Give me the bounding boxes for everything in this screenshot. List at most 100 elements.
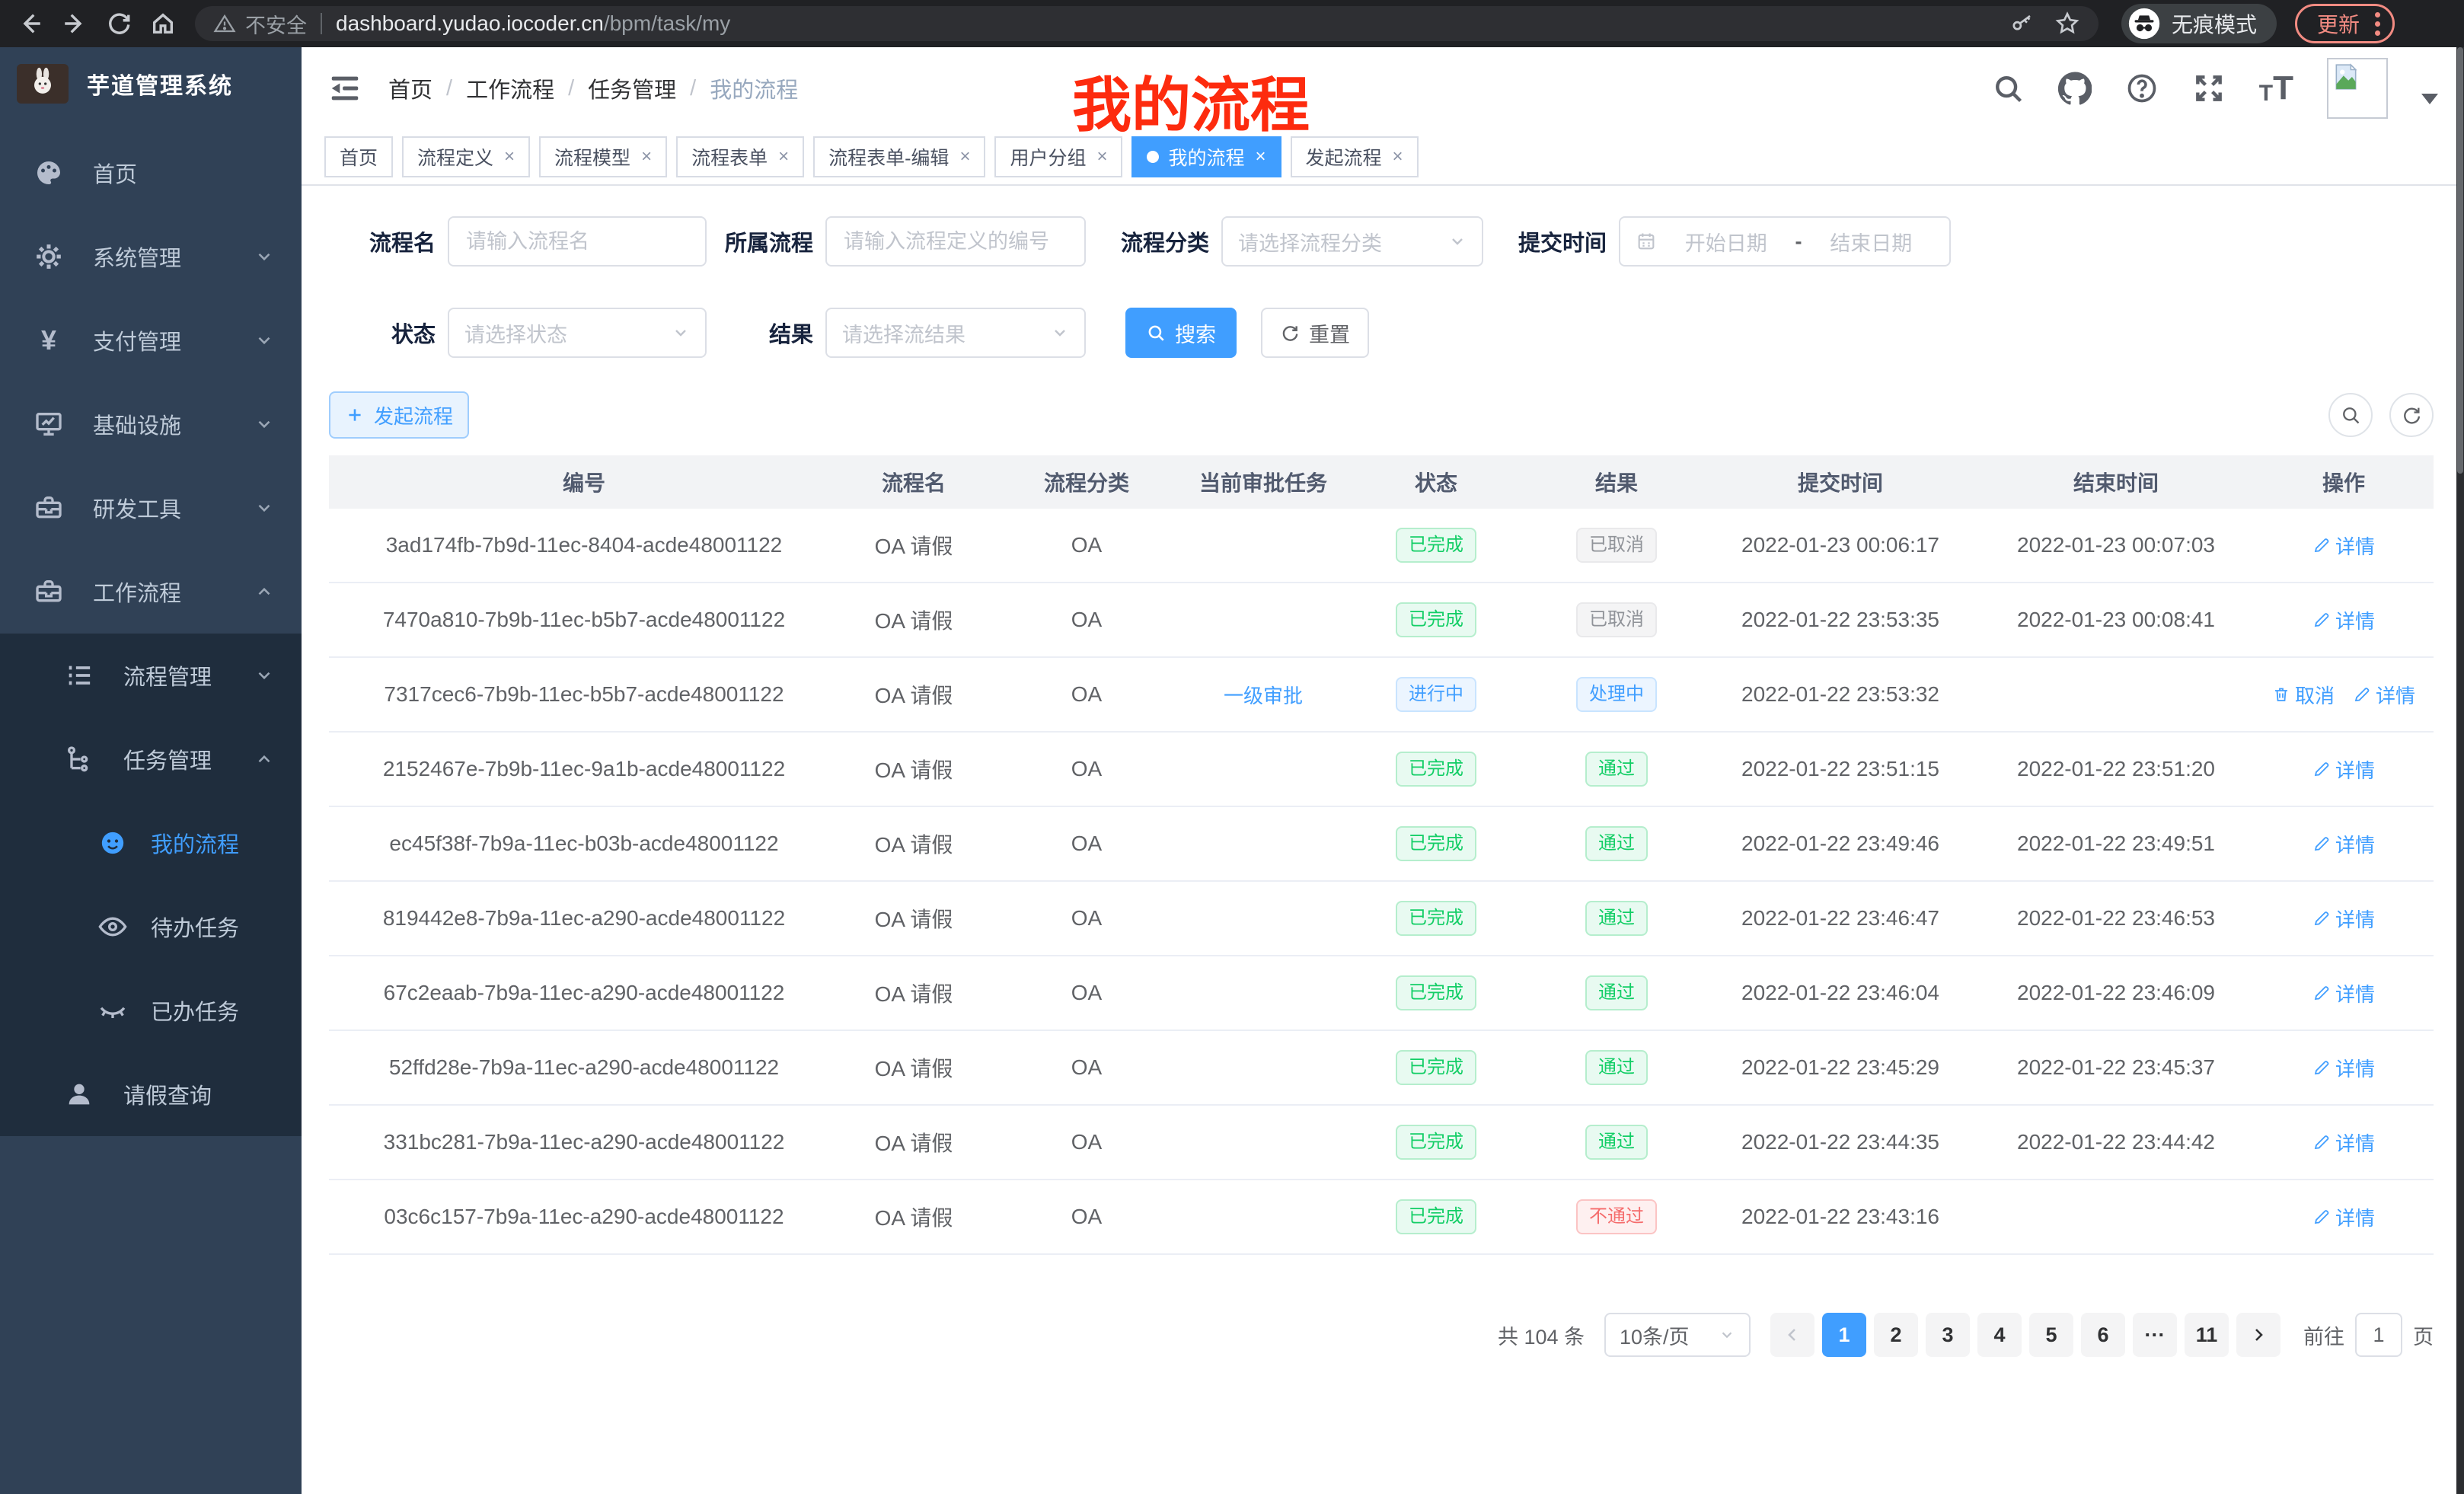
chevron-down-icon xyxy=(1719,1326,1735,1343)
detail-link[interactable]: 详情 xyxy=(2312,532,2375,560)
avatar-caret-icon[interactable] xyxy=(2421,94,2438,104)
sidebar-item-process-mgmt[interactable]: 流程管理 xyxy=(0,634,302,717)
sidebar-toggle-icon[interactable] xyxy=(327,71,362,106)
sidebar-item-label: 流程管理 xyxy=(123,659,212,691)
goto-page-input[interactable] xyxy=(2355,1313,2402,1357)
process-name-input[interactable] xyxy=(448,216,707,267)
cell-end-time: 2022-01-22 23:46:53 xyxy=(1978,906,2254,931)
sidebar-item-my-process[interactable]: 我的流程 xyxy=(0,801,302,885)
page-scrollbar[interactable] xyxy=(2456,47,2464,1494)
menu-dots-icon[interactable] xyxy=(2375,12,2380,36)
result-badge: 处理中 xyxy=(1576,677,1657,712)
cell-category: OA xyxy=(988,608,1185,632)
page-ellipsis[interactable]: ··· xyxy=(2133,1313,2177,1357)
close-icon[interactable]: × xyxy=(641,146,652,168)
pencil-icon xyxy=(2312,984,2331,1002)
detail-link[interactable]: 详情 xyxy=(2312,755,2375,784)
result-badge: 通过 xyxy=(1585,975,1648,1010)
status-badge: 已完成 xyxy=(1396,528,1476,563)
date-range-picker[interactable]: 开始日期 - 结束日期 xyxy=(1619,216,1951,267)
sidebar-item-leave-query[interactable]: 请假查询 xyxy=(0,1052,302,1136)
page-button-5[interactable]: 5 xyxy=(2029,1313,2073,1357)
result-select[interactable]: 请选择流结果 xyxy=(825,308,1086,358)
table-search-toggle-button[interactable] xyxy=(2328,393,2373,437)
sidebar-item-done-tasks[interactable]: 已办任务 xyxy=(0,969,302,1052)
bookmark-star-icon[interactable] xyxy=(2054,11,2080,37)
detail-link[interactable]: 详情 xyxy=(2312,606,2375,634)
back-icon[interactable] xyxy=(11,4,50,43)
fullscreen-icon[interactable] xyxy=(2192,72,2226,105)
page-button-1[interactable]: 1 xyxy=(1822,1313,1866,1357)
search-icon[interactable] xyxy=(1991,72,2025,105)
date-end[interactable]: 结束日期 xyxy=(1808,227,1935,257)
tab-home[interactable]: 首页 xyxy=(324,136,393,177)
scrollbar-thumb[interactable] xyxy=(2457,47,2463,474)
refresh-icon[interactable] xyxy=(99,4,139,43)
date-start[interactable]: 开始日期 xyxy=(1663,227,1789,257)
sidebar-item-devtools[interactable]: 研发工具 xyxy=(0,466,302,550)
cancel-link[interactable]: 取消 xyxy=(2272,681,2335,709)
cell-name: OA 请假 xyxy=(839,1127,988,1157)
font-size-icon[interactable]: TT xyxy=(2259,72,2293,105)
key-icon[interactable] xyxy=(2010,11,2035,36)
breadcrumb-home[interactable]: 首页 xyxy=(388,72,432,104)
sidebar-item-label: 系统管理 xyxy=(93,241,181,273)
prev-page-button[interactable] xyxy=(1770,1313,1814,1357)
filter-definition-label: 所属流程 xyxy=(722,225,813,257)
sidebar-item-home[interactable]: 首页 xyxy=(0,131,302,215)
detail-link[interactable]: 详情 xyxy=(2312,1054,2375,1082)
tab-process-form[interactable]: 流程表单× xyxy=(676,136,804,177)
close-icon[interactable]: × xyxy=(504,146,515,168)
sidebar-item-infra[interactable]: 基础设施 xyxy=(0,382,302,466)
process-definition-input[interactable] xyxy=(825,216,1086,267)
page-button-11[interactable]: 11 xyxy=(2185,1313,2229,1357)
cell-id: 2152467e-7b9b-11ec-9a1b-acde48001122 xyxy=(329,757,839,781)
detail-link[interactable]: 详情 xyxy=(2353,681,2415,709)
update-button[interactable]: 更新 xyxy=(2295,4,2395,43)
breadcrumb-task-mgmt[interactable]: 任务管理 xyxy=(588,72,676,104)
address-bar[interactable]: 不安全 dashboard.yudao.iocoder.cn/bpm/task/… xyxy=(195,6,2099,41)
result-badge: 已取消 xyxy=(1576,528,1657,563)
detail-link[interactable]: 详情 xyxy=(2312,830,2375,858)
forward-icon[interactable] xyxy=(55,4,94,43)
status-select[interactable]: 请选择状态 xyxy=(448,308,707,358)
detail-link[interactable]: 详情 xyxy=(2312,905,2375,933)
sidebar-item-system[interactable]: 系统管理 xyxy=(0,215,302,298)
tab-process-form-edit[interactable]: 流程表单-编辑× xyxy=(813,136,985,177)
page-button-2[interactable]: 2 xyxy=(1874,1313,1918,1357)
page-content: 流程名 所属流程 流程分类 请选择流程分类 提交时间 开始日期 - 结束日期 xyxy=(302,186,2464,1357)
search-button[interactable]: 搜索 xyxy=(1125,308,1237,358)
page-button-4[interactable]: 4 xyxy=(1977,1313,2022,1357)
detail-link[interactable]: 详情 xyxy=(2312,1128,2375,1157)
page-button-6[interactable]: 6 xyxy=(2081,1313,2125,1357)
start-process-button[interactable]: 发起流程 xyxy=(329,391,469,439)
close-icon[interactable]: × xyxy=(1256,146,1266,168)
sidebar-item-task-mgmt[interactable]: 任务管理 xyxy=(0,717,302,801)
breadcrumb-workflow[interactable]: 工作流程 xyxy=(466,72,554,104)
task-link[interactable]: 一级审批 xyxy=(1224,681,1303,709)
cell-submit-time: 2022-01-22 23:45:29 xyxy=(1703,1055,1978,1080)
help-icon[interactable] xyxy=(2125,72,2159,105)
detail-link[interactable]: 详情 xyxy=(2312,1203,2375,1231)
tab-process-definition[interactable]: 流程定义× xyxy=(402,136,530,177)
close-icon[interactable]: × xyxy=(778,146,789,168)
home-icon[interactable] xyxy=(143,4,183,43)
category-select[interactable]: 请选择流程分类 xyxy=(1221,216,1483,267)
avatar[interactable] xyxy=(2327,58,2388,119)
next-page-button[interactable] xyxy=(2236,1313,2280,1357)
close-icon[interactable]: × xyxy=(1393,146,1403,168)
detail-link[interactable]: 详情 xyxy=(2312,979,2375,1007)
sidebar-item-workflow[interactable]: 工作流程 xyxy=(0,550,302,634)
reset-button[interactable]: 重置 xyxy=(1261,308,1369,358)
close-icon[interactable]: × xyxy=(959,146,970,168)
github-icon[interactable] xyxy=(2058,72,2092,105)
page-button-3[interactable]: 3 xyxy=(1926,1313,1970,1357)
table-refresh-button[interactable] xyxy=(2389,393,2434,437)
page-size-select[interactable]: 10条/页 xyxy=(1604,1313,1751,1357)
sidebar-item-payment[interactable]: ¥ 支付管理 xyxy=(0,298,302,382)
close-icon[interactable]: × xyxy=(1096,146,1107,168)
filter-row-2: 状态 请选择状态 结果 请选择流结果 搜索 xyxy=(329,308,2434,358)
tab-process-model[interactable]: 流程模型× xyxy=(539,136,667,177)
sidebar-item-todo-tasks[interactable]: 待办任务 xyxy=(0,885,302,969)
filter-status-label: 状态 xyxy=(329,317,436,349)
